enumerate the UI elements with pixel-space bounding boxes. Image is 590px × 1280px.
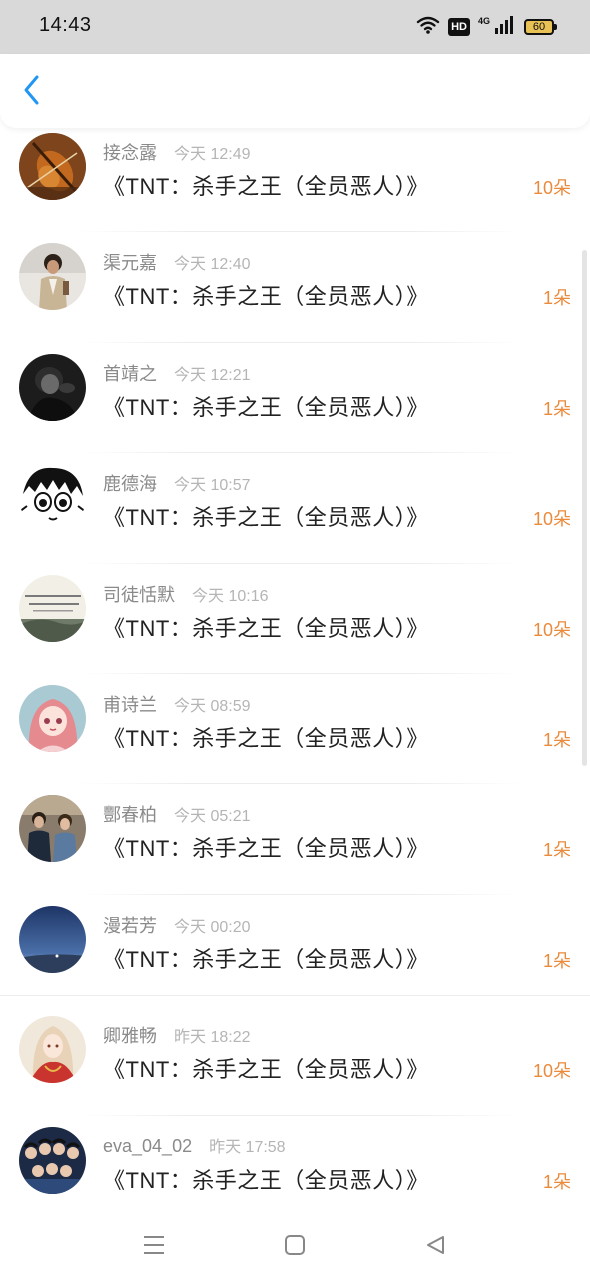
sender-line: 司徒恬默 今天 10:16 bbox=[103, 581, 269, 607]
sender-name: 酆春柏 bbox=[103, 805, 157, 826]
avatar[interactable] bbox=[19, 353, 86, 421]
system-nav-bar bbox=[0, 1216, 590, 1280]
avatar[interactable] bbox=[19, 464, 86, 532]
flower-count: 1朵 bbox=[542, 729, 571, 750]
send-time: 今天 08:59 bbox=[174, 697, 251, 715]
list-item[interactable]: 首靖之 今天 12:21 《TNT：杀手之王（全员恶人）》 1朵 bbox=[0, 343, 590, 454]
sender-name: 司徒恬默 bbox=[103, 584, 175, 605]
flower-count: 10朵 bbox=[532, 619, 571, 640]
send-time: 今天 10:57 bbox=[174, 477, 251, 495]
sender-line: 漫若芳 今天 00:20 bbox=[103, 912, 251, 938]
battery-level: 60 bbox=[532, 21, 546, 33]
avatar[interactable] bbox=[19, 905, 86, 973]
send-time: 今天 05:21 bbox=[174, 808, 251, 826]
list-item[interactable]: 司徒恬默 今天 10:16 《TNT：杀手之王（全员恶人）》 10朵 bbox=[0, 564, 590, 674]
sender-line: 酆春柏 今天 05:21 bbox=[103, 801, 251, 827]
signal-icon bbox=[494, 15, 516, 40]
battery-nub bbox=[554, 24, 557, 30]
list-item[interactable]: eva_04_02 昨天 17:58 《TNT：杀手之王（全员恶人）》 1朵 bbox=[0, 1116, 590, 1216]
send-time: 昨天 18:22 bbox=[174, 1029, 251, 1047]
send-time: 今天 00:20 bbox=[174, 918, 251, 936]
sender-name: 渠元嘉 bbox=[103, 253, 157, 274]
send-time: 今天 12:21 bbox=[174, 366, 251, 384]
network-type-label: 4G bbox=[477, 16, 490, 26]
work-title: 《TNT：杀手之王（全员恶人）》 bbox=[103, 1057, 429, 1083]
status-bar: 14:43 HD 4G 60 bbox=[0, 0, 590, 54]
avatar[interactable] bbox=[19, 574, 86, 642]
sender-line: 首靖之 今天 12:21 bbox=[103, 360, 251, 386]
list-item[interactable]: 甫诗兰 今天 08:59 《TNT：杀手之王（全员恶人）》 1朵 bbox=[0, 674, 590, 785]
flower-count: 1朵 bbox=[542, 398, 571, 419]
list-item[interactable]: 鹿德海 今天 10:57 《TNT：杀手之王（全员恶人）》 10朵 bbox=[0, 453, 590, 564]
sender-name: eva_04_02 bbox=[103, 1135, 193, 1156]
home-button[interactable] bbox=[280, 1232, 310, 1262]
sender-name: 卿雅畅 bbox=[103, 1026, 157, 1047]
work-title: 《TNT：杀手之王（全员恶人）》 bbox=[103, 174, 429, 199]
home-square-icon bbox=[284, 1234, 306, 1261]
sender-line: 渠元嘉 今天 12:40 bbox=[103, 249, 251, 275]
work-title: 《TNT：杀手之王（全员恶人）》 bbox=[103, 725, 429, 751]
menu-icon bbox=[142, 1234, 166, 1261]
sender-line: 甫诗兰 今天 08:59 bbox=[103, 691, 251, 717]
work-title: 《TNT：杀手之王（全员恶人）》 bbox=[103, 1167, 429, 1193]
system-back-button[interactable] bbox=[420, 1232, 450, 1262]
menu-button[interactable] bbox=[139, 1232, 169, 1262]
sender-line: 鹿德海 今天 10:57 bbox=[103, 470, 251, 496]
wifi-icon bbox=[416, 15, 440, 40]
send-time: 昨天 17:58 bbox=[209, 1138, 286, 1156]
hd-badge: HD bbox=[448, 18, 470, 36]
flower-count: 10朵 bbox=[532, 509, 571, 530]
list-item[interactable]: 酆春柏 今天 05:21 《TNT：杀手之王（全员恶人）》 1朵 bbox=[0, 784, 590, 895]
header bbox=[0, 54, 590, 128]
avatar[interactable] bbox=[19, 243, 86, 311]
gift-record-list: 接念露 今天 12:49 《TNT：杀手之王（全员恶人）》 10朵 渠元嘉 今天… bbox=[0, 122, 590, 1216]
sender-name: 鹿德海 bbox=[103, 474, 157, 495]
battery-icon: 60 bbox=[524, 19, 557, 35]
list-item[interactable]: 卿雅畅 昨天 18:22 《TNT：杀手之王（全员恶人）》 10朵 bbox=[0, 1005, 590, 1116]
status-time: 14:43 bbox=[39, 14, 92, 36]
flower-count: 1朵 bbox=[542, 950, 571, 971]
sender-line: 卿雅畅 昨天 18:22 bbox=[103, 1022, 251, 1048]
flower-count: 10朵 bbox=[532, 1061, 571, 1082]
sender-name: 漫若芳 bbox=[103, 915, 157, 936]
work-title: 《TNT：杀手之王（全员恶人）》 bbox=[103, 836, 429, 862]
back-button[interactable] bbox=[14, 74, 50, 110]
section-divider bbox=[0, 995, 590, 996]
send-time: 今天 10:16 bbox=[192, 587, 269, 605]
list-item[interactable]: 漫若芳 今天 00:20 《TNT：杀手之王（全员恶人）》 1朵 bbox=[0, 895, 590, 1005]
sender-line: 接念露 今天 12:49 bbox=[103, 139, 251, 165]
sender-line: eva_04_02 昨天 17:58 bbox=[103, 1133, 286, 1157]
sender-name: 首靖之 bbox=[103, 363, 157, 384]
flower-count: 10朵 bbox=[532, 178, 571, 198]
list-item[interactable]: 接念露 今天 12:49 《TNT：杀手之王（全员恶人）》 10朵 bbox=[0, 122, 590, 233]
flower-count: 1朵 bbox=[542, 840, 571, 861]
send-time: 今天 12:49 bbox=[174, 146, 251, 163]
back-triangle-icon bbox=[424, 1234, 446, 1261]
avatar[interactable] bbox=[19, 1126, 86, 1194]
screen: 14:43 HD 4G 60 接念露 今天 12:49 《TNT：杀手之王（全员… bbox=[0, 0, 590, 1280]
work-title: 《TNT：杀手之王（全员恶人）》 bbox=[103, 505, 429, 531]
status-icons: HD 4G 60 bbox=[416, 14, 557, 40]
work-title: 《TNT：杀手之王（全员恶人）》 bbox=[103, 946, 429, 972]
flower-count: 1朵 bbox=[542, 1171, 571, 1192]
sender-name: 接念露 bbox=[103, 143, 157, 163]
chevron-left-icon bbox=[22, 74, 42, 111]
send-time: 今天 12:40 bbox=[174, 256, 251, 274]
work-title: 《TNT：杀手之王（全员恶人）》 bbox=[103, 394, 429, 420]
work-title: 《TNT：杀手之王（全员恶人）》 bbox=[103, 615, 429, 641]
list-item[interactable]: 渠元嘉 今天 12:40 《TNT：杀手之王（全员恶人）》 1朵 bbox=[0, 232, 590, 343]
avatar[interactable] bbox=[19, 684, 86, 752]
avatar[interactable] bbox=[19, 795, 86, 863]
scrollbar[interactable] bbox=[582, 250, 587, 766]
work-title: 《TNT：杀手之王（全员恶人）》 bbox=[103, 284, 429, 310]
flower-count: 1朵 bbox=[542, 288, 571, 309]
avatar[interactable] bbox=[19, 1016, 86, 1084]
sender-name: 甫诗兰 bbox=[103, 694, 157, 715]
avatar[interactable] bbox=[19, 133, 86, 200]
